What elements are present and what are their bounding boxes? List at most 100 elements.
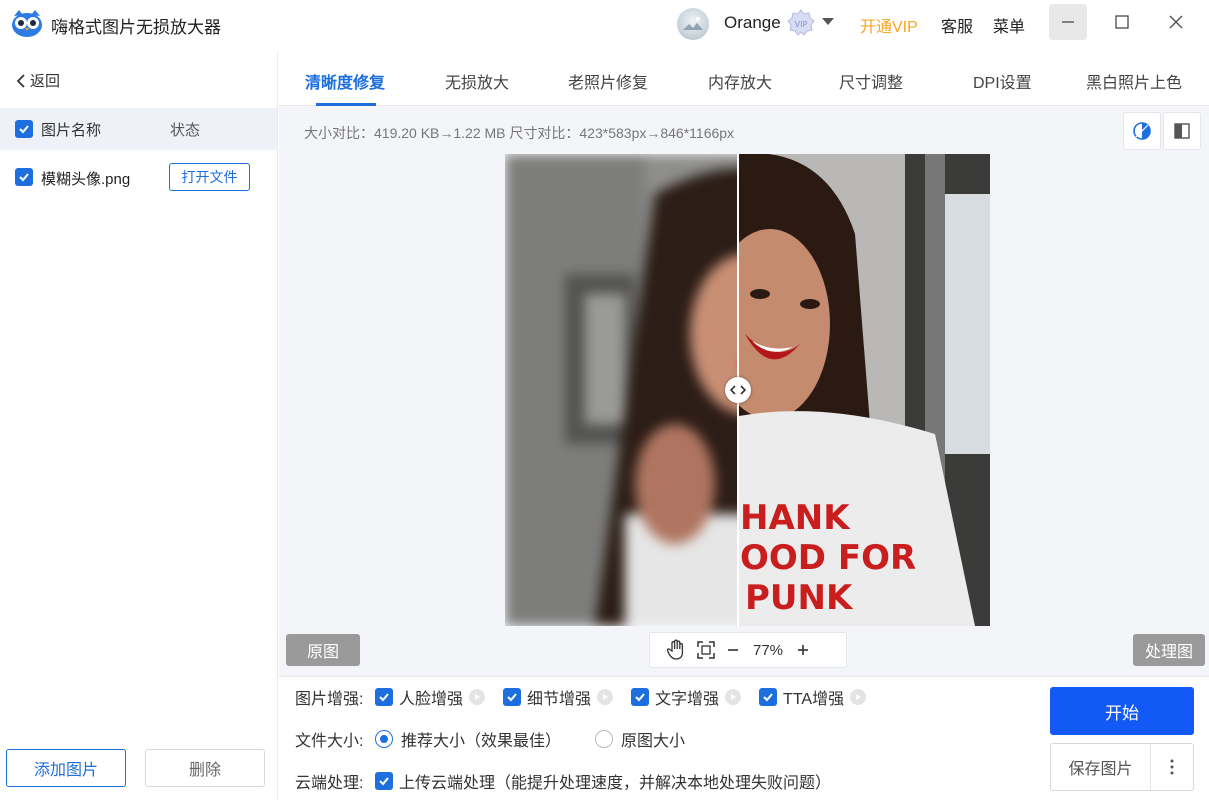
svg-text:OOD FOR: OOD FOR [740,538,916,578]
text-enhance-checkbox[interactable] [631,688,650,706]
check-icon [507,693,517,702]
recommended-size-option[interactable]: 推荐大小（效果最佳） [375,727,561,751]
compare-handle[interactable] [725,377,751,403]
tta-enhance-label: TTA增强 [783,691,845,708]
hand-icon [666,639,684,660]
open-vip-link[interactable]: 开通VIP [860,13,918,37]
zoom-in-icon [798,645,808,655]
maximize-icon [1115,15,1129,29]
cloud-process-option[interactable]: 上传云端处理（能提升处理速度，并解决本地处理失败问题） [375,769,831,793]
check-icon [19,173,29,182]
close-icon [1169,15,1183,29]
tab-colorize-bw[interactable]: 黑白照片上色 [1086,69,1182,93]
enhance-label: 图片增强: [295,691,364,708]
recommended-size-label: 推荐大小（效果最佳） [401,733,562,750]
split-view-button[interactable] [1163,112,1201,150]
svg-text:HANK: HANK [740,498,851,538]
processed-view-button[interactable]: 处理图 [1133,634,1205,666]
filesize-row: 文件大小: 推荐大小（效果最佳） 原图大小 [295,727,703,751]
image-compare-view[interactable]: HANK OOD FOR PUNK [505,154,990,626]
back-button[interactable]: 返回 [16,70,60,91]
file-checkbox[interactable] [15,168,33,186]
file-name: 模糊头像.png [41,171,131,188]
check-icon [635,693,645,702]
tta-enhance-option[interactable]: TTA增强 [759,685,867,709]
start-button[interactable]: 开始 [1050,687,1194,735]
zoom-in-button[interactable] [796,643,810,657]
delete-button[interactable]: 删除 [145,749,265,787]
user-name[interactable]: Orange [724,13,781,33]
view-tools [1123,112,1203,150]
original-view-button[interactable]: 原图 [286,634,360,666]
face-enhance-checkbox[interactable] [375,688,393,706]
size-comparison-info: 大小对比：419.20 KB→1.22 MB 尺寸对比：423*583px→84… [304,125,735,141]
enhance-row: 图片增强: 人脸增强 细节增强 文字增强 TTA增强 [295,685,884,709]
compare-mode-button[interactable] [1123,112,1161,150]
tab-memory-upscale[interactable]: 内存放大 [708,69,772,93]
fit-screen-button[interactable] [696,640,716,660]
zoom-level: 77% [752,641,784,659]
original-size-option[interactable]: 原图大小 [595,727,685,751]
text-enhance-option[interactable]: 文字增强 [631,685,742,709]
hand-tool-button[interactable] [666,639,686,661]
text-enhance-label: 文字增强 [655,691,720,708]
tab-old-photo-repair[interactable]: 老照片修复 [568,69,648,93]
cloud-row: 云端处理: 上传云端处理（能提升处理速度，并解决本地处理失败问题） [295,769,849,793]
back-label: 返回 [30,73,61,90]
face-enhance-label: 人脸增强 [399,691,464,708]
cloud-process-label: 上传云端处理（能提升处理速度，并解决本地处理失败问题） [399,775,832,792]
processing-settings: 图片增强: 人脸增强 细节增强 文字增强 TTA增强 文件大小: 推荐大小（效果… [279,676,1209,800]
play-demo-icon[interactable] [850,689,867,705]
file-list-panel: 返回 图片名称 状态 模糊头像.png 打开文件 添加图片 删除 [0,52,278,800]
play-demo-icon[interactable] [597,689,614,705]
check-icon [379,777,389,786]
minimize-button[interactable] [1049,4,1087,40]
play-demo-icon[interactable] [725,689,742,705]
zoom-out-button[interactable] [726,643,740,657]
open-file-button[interactable]: 打开文件 [169,163,250,191]
user-avatar[interactable] [677,8,709,40]
vip-badge-icon: VIP [787,9,815,36]
chevron-left-icon [16,73,25,88]
fit-screen-icon [697,641,715,659]
feature-tabs: 清晰度修复 无损放大 老照片修复 内存放大 尺寸调整 DPI设置 黑白照片上色 [279,52,1209,106]
svg-text:PUNK: PUNK [745,578,854,618]
recommended-size-radio[interactable] [375,730,393,748]
customer-service-link[interactable]: 客服 [941,13,973,37]
title-bar: 嗨格式图片无损放大器 Orange VIP 开通VIP 客服 菜单 [0,0,1209,48]
check-icon [19,125,29,134]
original-size-label: 原图大小 [621,733,686,750]
face-enhance-option[interactable]: 人脸增强 [375,685,486,709]
tab-dpi-settings[interactable]: DPI设置 [973,69,1032,93]
main-area: 清晰度修复 无损放大 老照片修复 内存放大 尺寸调整 DPI设置 黑白照片上色 … [279,52,1209,800]
detail-enhance-option[interactable]: 细节增强 [503,685,614,709]
detail-enhance-label: 细节增强 [527,691,592,708]
contrast-icon [1133,122,1151,140]
column-header-name: 图片名称 [41,122,102,139]
original-size-radio[interactable] [595,730,614,748]
check-icon [379,693,389,702]
owl-logo-icon [12,10,42,37]
cloud-process-checkbox[interactable] [375,772,393,790]
close-button[interactable] [1157,4,1195,40]
list-item[interactable]: 模糊头像.png 打开文件 [0,157,277,199]
user-dropdown-caret-icon[interactable] [822,18,834,25]
more-options-button[interactable] [1151,744,1193,790]
tta-enhance-checkbox[interactable] [759,688,778,706]
active-tab-indicator [316,103,376,106]
save-group: 保存图片 [1050,743,1194,791]
tab-clarity-repair[interactable]: 清晰度修复 [305,69,385,93]
detail-enhance-checkbox[interactable] [503,688,522,706]
tab-size-adjust[interactable]: 尺寸调整 [839,69,903,93]
zoom-toolbar: 77% [649,632,847,668]
save-image-button[interactable]: 保存图片 [1051,744,1151,790]
zoom-out-icon [728,649,738,651]
add-image-button[interactable]: 添加图片 [6,749,126,787]
tab-lossless-upscale[interactable]: 无损放大 [445,69,509,93]
maximize-button[interactable] [1103,4,1141,40]
menu-link[interactable]: 菜单 [993,13,1025,37]
select-all-checkbox[interactable] [15,120,33,138]
play-demo-icon[interactable] [469,689,486,705]
split-view-icon [1174,123,1190,139]
minimize-icon [1062,21,1074,23]
